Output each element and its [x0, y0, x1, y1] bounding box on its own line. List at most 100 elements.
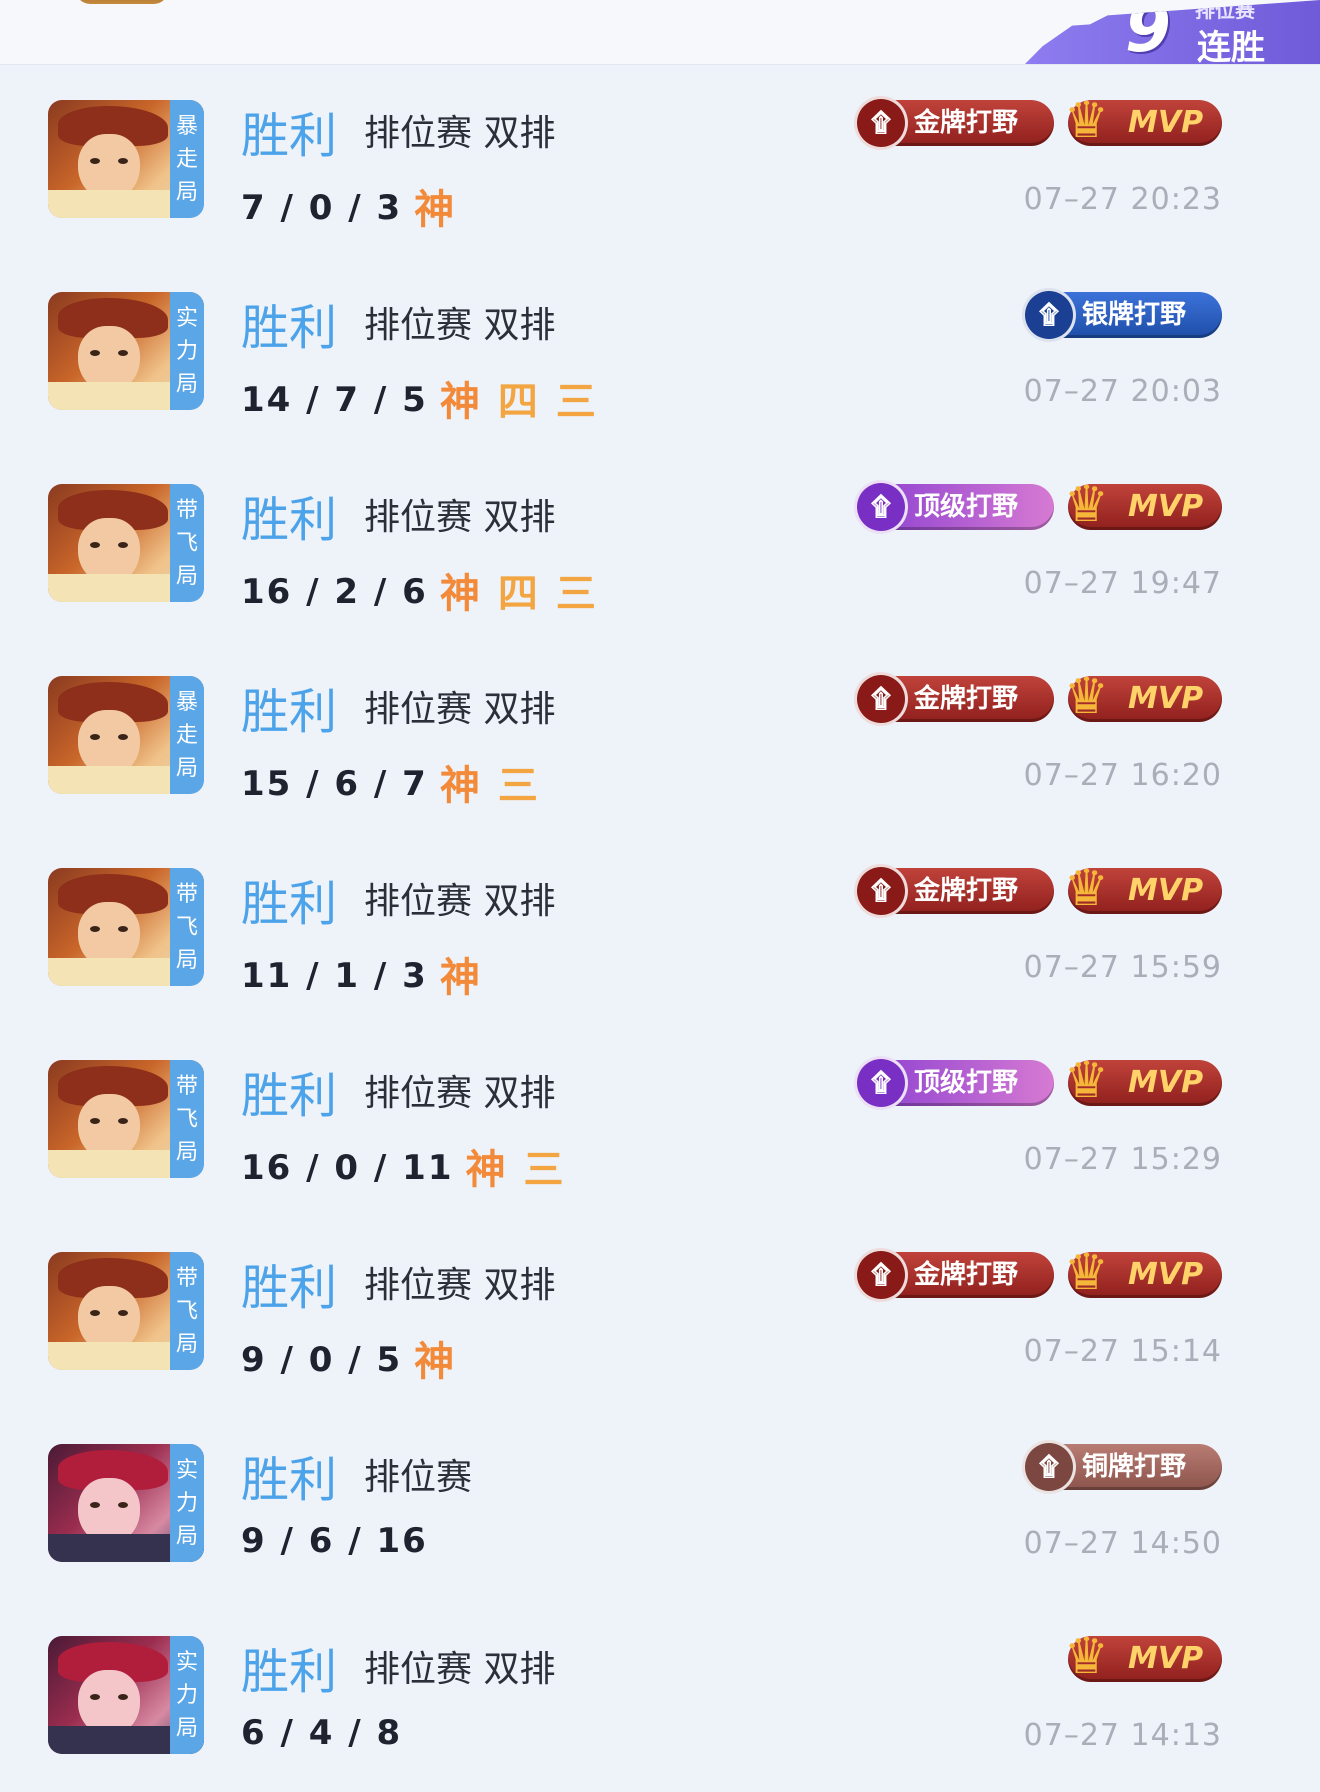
dragon-emblem-icon: ۩	[854, 672, 908, 726]
mvp-badge: ♛ MVP	[1064, 91, 1222, 149]
kda-badge: 四	[497, 379, 540, 425]
match-time: 07–27 20:03	[1023, 374, 1222, 409]
kda-badge: 神	[439, 571, 482, 617]
match-result: 胜利	[241, 876, 338, 932]
match-type-char: 力	[175, 1682, 198, 1708]
jungle-rank-badge: ۩ 金牌打野	[854, 96, 1054, 150]
match-type-tag: 带飞局	[170, 484, 204, 602]
match-row[interactable]: 带飞局胜利 排位赛 双排 16 / 2 / 6 神四三 ۩ 顶级打野 ♛ MVP 07–27 1…	[0, 448, 1320, 640]
honor-badges: ۩ 顶级打野 ♛ MVP	[854, 1051, 1222, 1110]
kda-badge: 四	[497, 571, 540, 617]
kda-value: 9 / 6 / 16	[241, 1521, 428, 1561]
match-result: 胜利	[241, 1068, 338, 1124]
match-time: 07–27 20:23	[1023, 182, 1222, 217]
jungle-rank-badge: ۩ 铜牌打野	[1022, 1440, 1222, 1494]
match-row[interactable]: 带飞局胜利 排位赛 双排 16 / 0 / 11 神三 ۩ 顶级打野 ♛ MVP 07–27 1…	[0, 1024, 1320, 1216]
hero-portrait: 带飞局	[48, 1060, 204, 1178]
match-type-char: 局	[175, 371, 198, 397]
match-row[interactable]: 实力局 胜利 排位赛 9 / 6 / 16 ۩ 铜牌打野 07–27 14:50	[0, 1408, 1320, 1600]
mvp-badge: ♛ MVP	[1064, 667, 1222, 725]
match-type-char: 局	[175, 947, 198, 973]
honor-badges: ۩ 金牌打野 ♛ MVP	[854, 1243, 1222, 1302]
trophy-icon: ♛	[1064, 1627, 1109, 1685]
streak-number: 9	[1125, 0, 1171, 67]
match-row[interactable]: 实力局 胜利 排位赛 双排 6 / 4 / 8 ♛ MVP 07–27 14:13	[0, 1600, 1320, 1792]
mvp-label: MVP	[1128, 1641, 1204, 1676]
match-type-char: 局	[175, 179, 198, 205]
dragon-emblem-icon: ۩	[854, 480, 908, 534]
kda-line: 15 / 6 / 7 神三	[241, 753, 556, 811]
mvp-badge: ♛ MVP	[1064, 475, 1222, 533]
kda-badge: 神	[465, 1147, 508, 1193]
hero-portrait: 带飞局	[48, 1252, 204, 1370]
match-type-char: 飞	[175, 914, 198, 940]
honor-badges: ♛ MVP	[1064, 1627, 1222, 1685]
jungle-rank-badge: ۩ 顶级打野	[854, 480, 1054, 534]
streak-label: 连胜	[1197, 28, 1265, 68]
kda-value: 6 / 4 / 8	[241, 1713, 403, 1753]
match-type-char: 飞	[175, 1298, 198, 1324]
kda-badges: 神三	[465, 1147, 581, 1193]
match-time: 07–27 14:13	[1023, 1718, 1222, 1753]
match-type-char: 局	[175, 1139, 198, 1165]
mvp-label: MVP	[1128, 1065, 1204, 1100]
kda-line: 14 / 7 / 5 神四三	[241, 369, 614, 427]
match-mode: 排位赛 双排	[364, 689, 556, 730]
match-row[interactable]: 带飞局胜利 排位赛 双排 9 / 0 / 5 神 ۩ 金牌打野 ♛ MVP 07–27 15:1…	[0, 1216, 1320, 1408]
match-type-char: 带	[175, 1073, 198, 1099]
match-row[interactable]: 暴走局胜利 排位赛 双排 15 / 6 / 7 神三 ۩ 金牌打野 ♛ MVP 07–27 16…	[0, 640, 1320, 832]
hero-portrait: 暴走局	[48, 676, 204, 794]
kda-badge: 神	[414, 187, 457, 233]
kda-badge: 神	[439, 763, 482, 809]
kda-badges: 神	[440, 955, 498, 1001]
match-row[interactable]: 暴走局胜利 排位赛 双排 7 / 0 / 3 神 ۩ 金牌打野 ♛ MVP 07–27 20:2…	[0, 64, 1320, 256]
match-type-char: 带	[175, 497, 198, 523]
match-type-tag: 带飞局	[170, 1060, 204, 1178]
hero-portrait: 带飞局	[48, 868, 204, 986]
match-time: 07–27 15:14	[1023, 1334, 1222, 1369]
match-time: 07–27 15:29	[1023, 1142, 1222, 1177]
honor-badges: ۩ 金牌打野 ♛ MVP	[854, 859, 1222, 918]
match-type-char: 飞	[175, 530, 198, 556]
match-time: 07–27 16:20	[1023, 758, 1222, 793]
match-result: 胜利	[241, 492, 338, 548]
kda-line: 6 / 4 / 8	[241, 1713, 414, 1753]
kda-value: 16 / 2 / 6	[241, 572, 428, 612]
match-type-tag: 带飞局	[170, 1252, 204, 1370]
match-time: 07–27 19:47	[1023, 566, 1222, 601]
kda-value: 7 / 0 / 3	[241, 188, 403, 228]
mvp-label: MVP	[1128, 105, 1204, 140]
match-mode: 排位赛	[364, 1457, 473, 1498]
match-row[interactable]: 实力局 胜利 排位赛 双排 14 / 7 / 5 神四三 ۩ 银牌打野 07–27 20:03	[0, 256, 1320, 448]
mvp-label: MVP	[1128, 1257, 1204, 1292]
match-type-tag: 实力局	[170, 292, 204, 410]
match-type-char: 实	[175, 1649, 198, 1675]
dragon-emblem-icon: ۩	[1022, 288, 1076, 342]
kda-badge: 神	[439, 379, 482, 425]
trophy-icon: ♛	[1064, 859, 1109, 917]
trophy-icon: ♛	[1064, 475, 1109, 533]
match-result: 胜利	[241, 300, 338, 356]
jungle-rank-label: 金牌打野	[914, 108, 1019, 138]
mvp-badge: ♛ MVP	[1064, 1051, 1222, 1109]
match-time: 07–27 14:50	[1023, 1526, 1222, 1561]
match-row[interactable]: 带飞局胜利 排位赛 双排 11 / 1 / 3 神 ۩ 金牌打野 ♛ MVP 07–27 15:…	[0, 832, 1320, 1024]
kda-value: 14 / 7 / 5	[241, 380, 428, 420]
kda-badges: 神	[414, 1339, 472, 1385]
match-result: 胜利	[241, 1260, 338, 1316]
kda-badge: 神	[439, 955, 482, 1001]
match-mode: 排位赛 双排	[364, 113, 556, 154]
match-type-char: 暴	[175, 113, 198, 139]
match-list: 暴走局胜利 排位赛 双排 7 / 0 / 3 神 ۩ 金牌打野 ♛ MVP 07–27 20:2…	[0, 64, 1320, 1792]
jungle-rank-label: 顶级打野	[914, 1068, 1019, 1098]
jungle-rank-badge: ۩ 金牌打野	[854, 864, 1054, 918]
match-type-char: 带	[175, 1265, 198, 1291]
jungle-rank-label: 金牌打野	[914, 876, 1019, 906]
kda-value: 9 / 0 / 5	[241, 1340, 403, 1380]
hero-portrait: 暴走局	[48, 100, 204, 218]
hero-portrait: 实力局	[48, 1444, 204, 1562]
match-type-char: 局	[175, 755, 198, 781]
mvp-label: MVP	[1128, 489, 1204, 524]
match-mode: 排位赛 双排	[364, 497, 556, 538]
jungle-rank-label: 顶级打野	[914, 492, 1019, 522]
